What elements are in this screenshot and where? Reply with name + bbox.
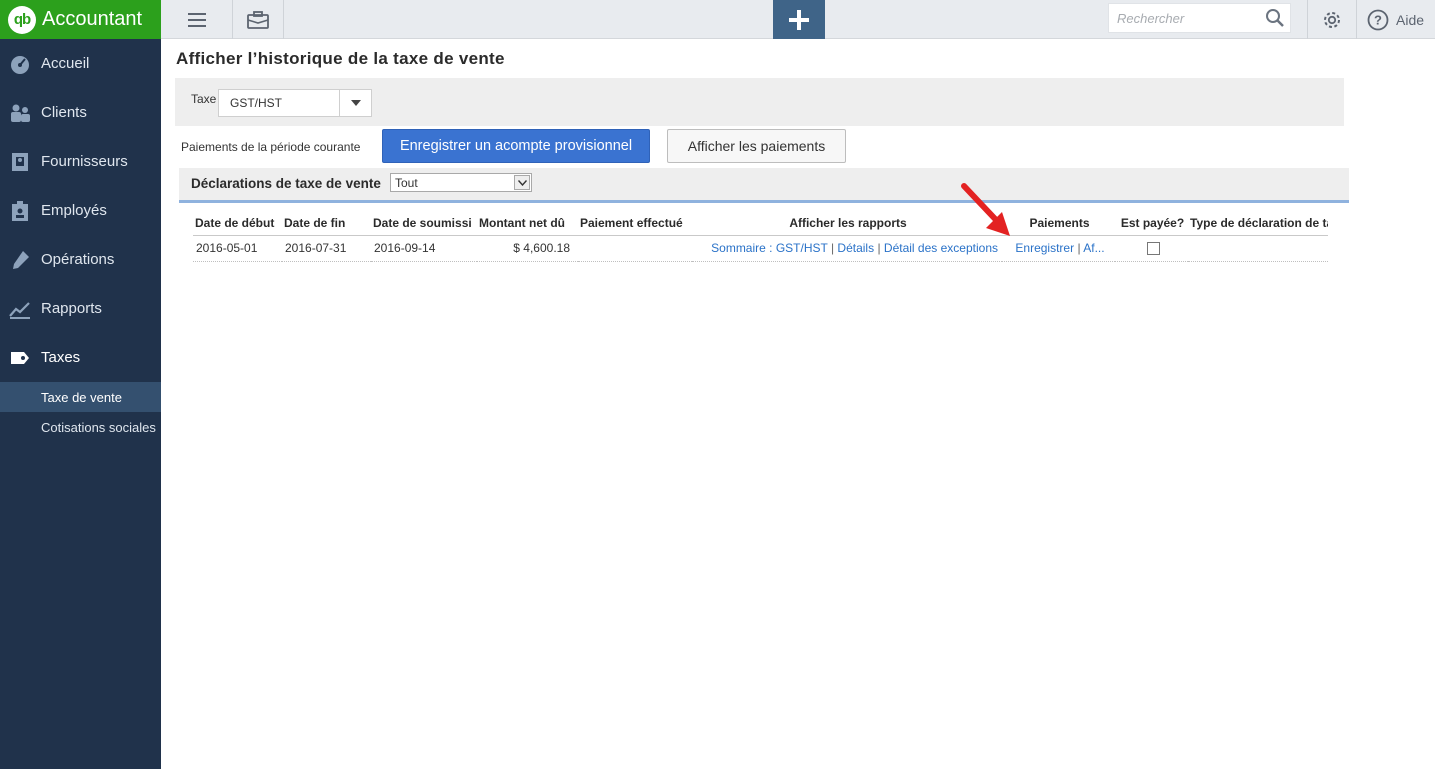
create-button[interactable]: [773, 0, 825, 39]
table-header-row: Date de début Date de fin Date de soumis…: [193, 211, 1328, 236]
nav-item-accueil[interactable]: Accueil: [0, 39, 161, 88]
declarations-title: Déclarations de taxe de vente: [191, 176, 381, 191]
declarations-table-container: Date de début Date de fin Date de soumis…: [193, 211, 1328, 263]
column-header-net-amount[interactable]: Montant net dû: [477, 211, 578, 236]
nav-item-fournisseurs[interactable]: Fournisseurs: [0, 137, 161, 186]
declarations-table: Date de début Date de fin Date de soumis…: [193, 211, 1328, 262]
nav-item-employes[interactable]: Employés: [0, 186, 161, 235]
vendors-icon: [8, 151, 32, 173]
annotation-arrow-icon: [961, 183, 1010, 236]
help-icon: ?: [1367, 9, 1389, 30]
help-label: Aide: [1396, 11, 1425, 28]
main-nav: Accueil Clients Fournisseurs Employés Op…: [0, 39, 161, 382]
nav-label: Clients: [41, 104, 87, 121]
cell-end-date: 2016-07-31: [282, 235, 371, 262]
left-navigation: qb Accountant Accueil Clients Fournisseu…: [0, 0, 161, 769]
customers-icon: [8, 102, 32, 124]
app-logo[interactable]: qb Accountant: [0, 0, 161, 39]
view-payment-link[interactable]: Af...: [1083, 241, 1104, 255]
help-button[interactable]: ? Aide: [1367, 0, 1424, 39]
transactions-icon: [8, 249, 32, 271]
accountant-tools-button[interactable]: [233, 0, 284, 39]
nav-label: Rapports: [41, 300, 102, 317]
search-input[interactable]: [1117, 5, 1265, 31]
search-icon[interactable]: [1265, 8, 1285, 28]
cell-declaration-type: [1188, 235, 1328, 262]
link-separator: |: [830, 241, 835, 255]
column-header-end-date[interactable]: Date de fin: [282, 211, 371, 236]
column-header-payment-made[interactable]: Paiement effectué: [578, 211, 692, 236]
column-header-start-date[interactable]: Date de début: [193, 211, 282, 236]
taxes-icon: [8, 347, 32, 369]
hamburger-icon: [187, 12, 206, 27]
settings-button[interactable]: [1307, 0, 1357, 39]
nav-label: Taxes: [41, 349, 81, 366]
dashboard-icon: [8, 53, 32, 75]
record-installment-button[interactable]: Enregistrer un acompte provisionnel: [382, 129, 650, 163]
main-content: Afficher l’historique de la taxe de vent…: [161, 39, 1435, 769]
qb-logo-icon: qb: [8, 5, 36, 34]
view-payments-button[interactable]: Afficher les paiements: [667, 129, 846, 163]
nav-item-rapports[interactable]: Rapports: [0, 284, 161, 333]
nav-item-clients[interactable]: Clients: [0, 88, 161, 137]
tax-label: Taxe: [191, 92, 217, 106]
chevron-down-icon[interactable]: [514, 175, 530, 190]
top-bar: ? Aide: [161, 0, 1435, 39]
cell-net-amount: $ 4,600.18: [477, 235, 578, 262]
column-header-declaration-type[interactable]: Type de déclaration de tax: [1188, 211, 1328, 236]
plus-icon: [789, 9, 809, 30]
nav-label: Fournisseurs: [41, 153, 128, 170]
current-period-payments-label: Paiements de la période courante: [181, 140, 361, 154]
gear-icon: [1324, 11, 1340, 28]
link-separator: |: [1077, 241, 1081, 255]
cell-start-date: 2016-05-01: [193, 235, 282, 262]
tax-select[interactable]: GST/HST: [218, 89, 372, 117]
nav-label: Accueil: [41, 55, 90, 72]
column-header-submit-date[interactable]: Date de soumissi: [371, 211, 477, 236]
summary-report-link[interactable]: Sommaire : GST/HST: [711, 241, 827, 255]
app-title: Accountant: [42, 8, 143, 30]
page-title: Afficher l’historique de la taxe de vent…: [176, 49, 505, 68]
tax-filter-panel: Taxe GST/HST: [175, 78, 1344, 126]
subnav-item-sales-tax[interactable]: Taxe de vente: [0, 382, 161, 412]
subnav-item-payroll-tax[interactable]: Cotisations sociales: [0, 412, 161, 442]
cell-is-paid: [1115, 235, 1188, 262]
svg-text:?: ?: [1374, 12, 1382, 27]
table-row: 2016-05-01 2016-07-31 2016-09-14 $ 4,600…: [193, 235, 1328, 262]
reports-icon: [8, 298, 32, 320]
column-header-is-paid[interactable]: Est payée?: [1115, 211, 1188, 236]
search-box: [1108, 3, 1291, 33]
declarations-header: Déclarations de taxe de vente Tout: [179, 168, 1349, 203]
nav-label: Opérations: [41, 251, 115, 268]
declarations-filter-select[interactable]: Tout: [390, 173, 532, 192]
tax-select-value: GST/HST: [230, 96, 283, 110]
nav-item-taxes[interactable]: Taxes: [0, 333, 161, 382]
briefcase-icon: [247, 10, 269, 29]
dropdown-arrow-icon[interactable]: [339, 90, 371, 116]
nav-item-operations[interactable]: Opérations: [0, 235, 161, 284]
link-separator: |: [877, 241, 881, 255]
menu-button[interactable]: [161, 0, 233, 39]
cell-payment-made: [578, 235, 692, 262]
is-paid-checkbox[interactable]: [1146, 242, 1160, 256]
employees-icon: [8, 200, 32, 222]
details-report-link[interactable]: Détails: [837, 241, 874, 255]
nav-label: Employés: [41, 202, 107, 219]
taxes-subnav: Taxe de vente Cotisations sociales: [0, 382, 161, 442]
declarations-filter-value: Tout: [395, 175, 418, 190]
cell-submit-date: 2016-09-14: [371, 235, 477, 262]
